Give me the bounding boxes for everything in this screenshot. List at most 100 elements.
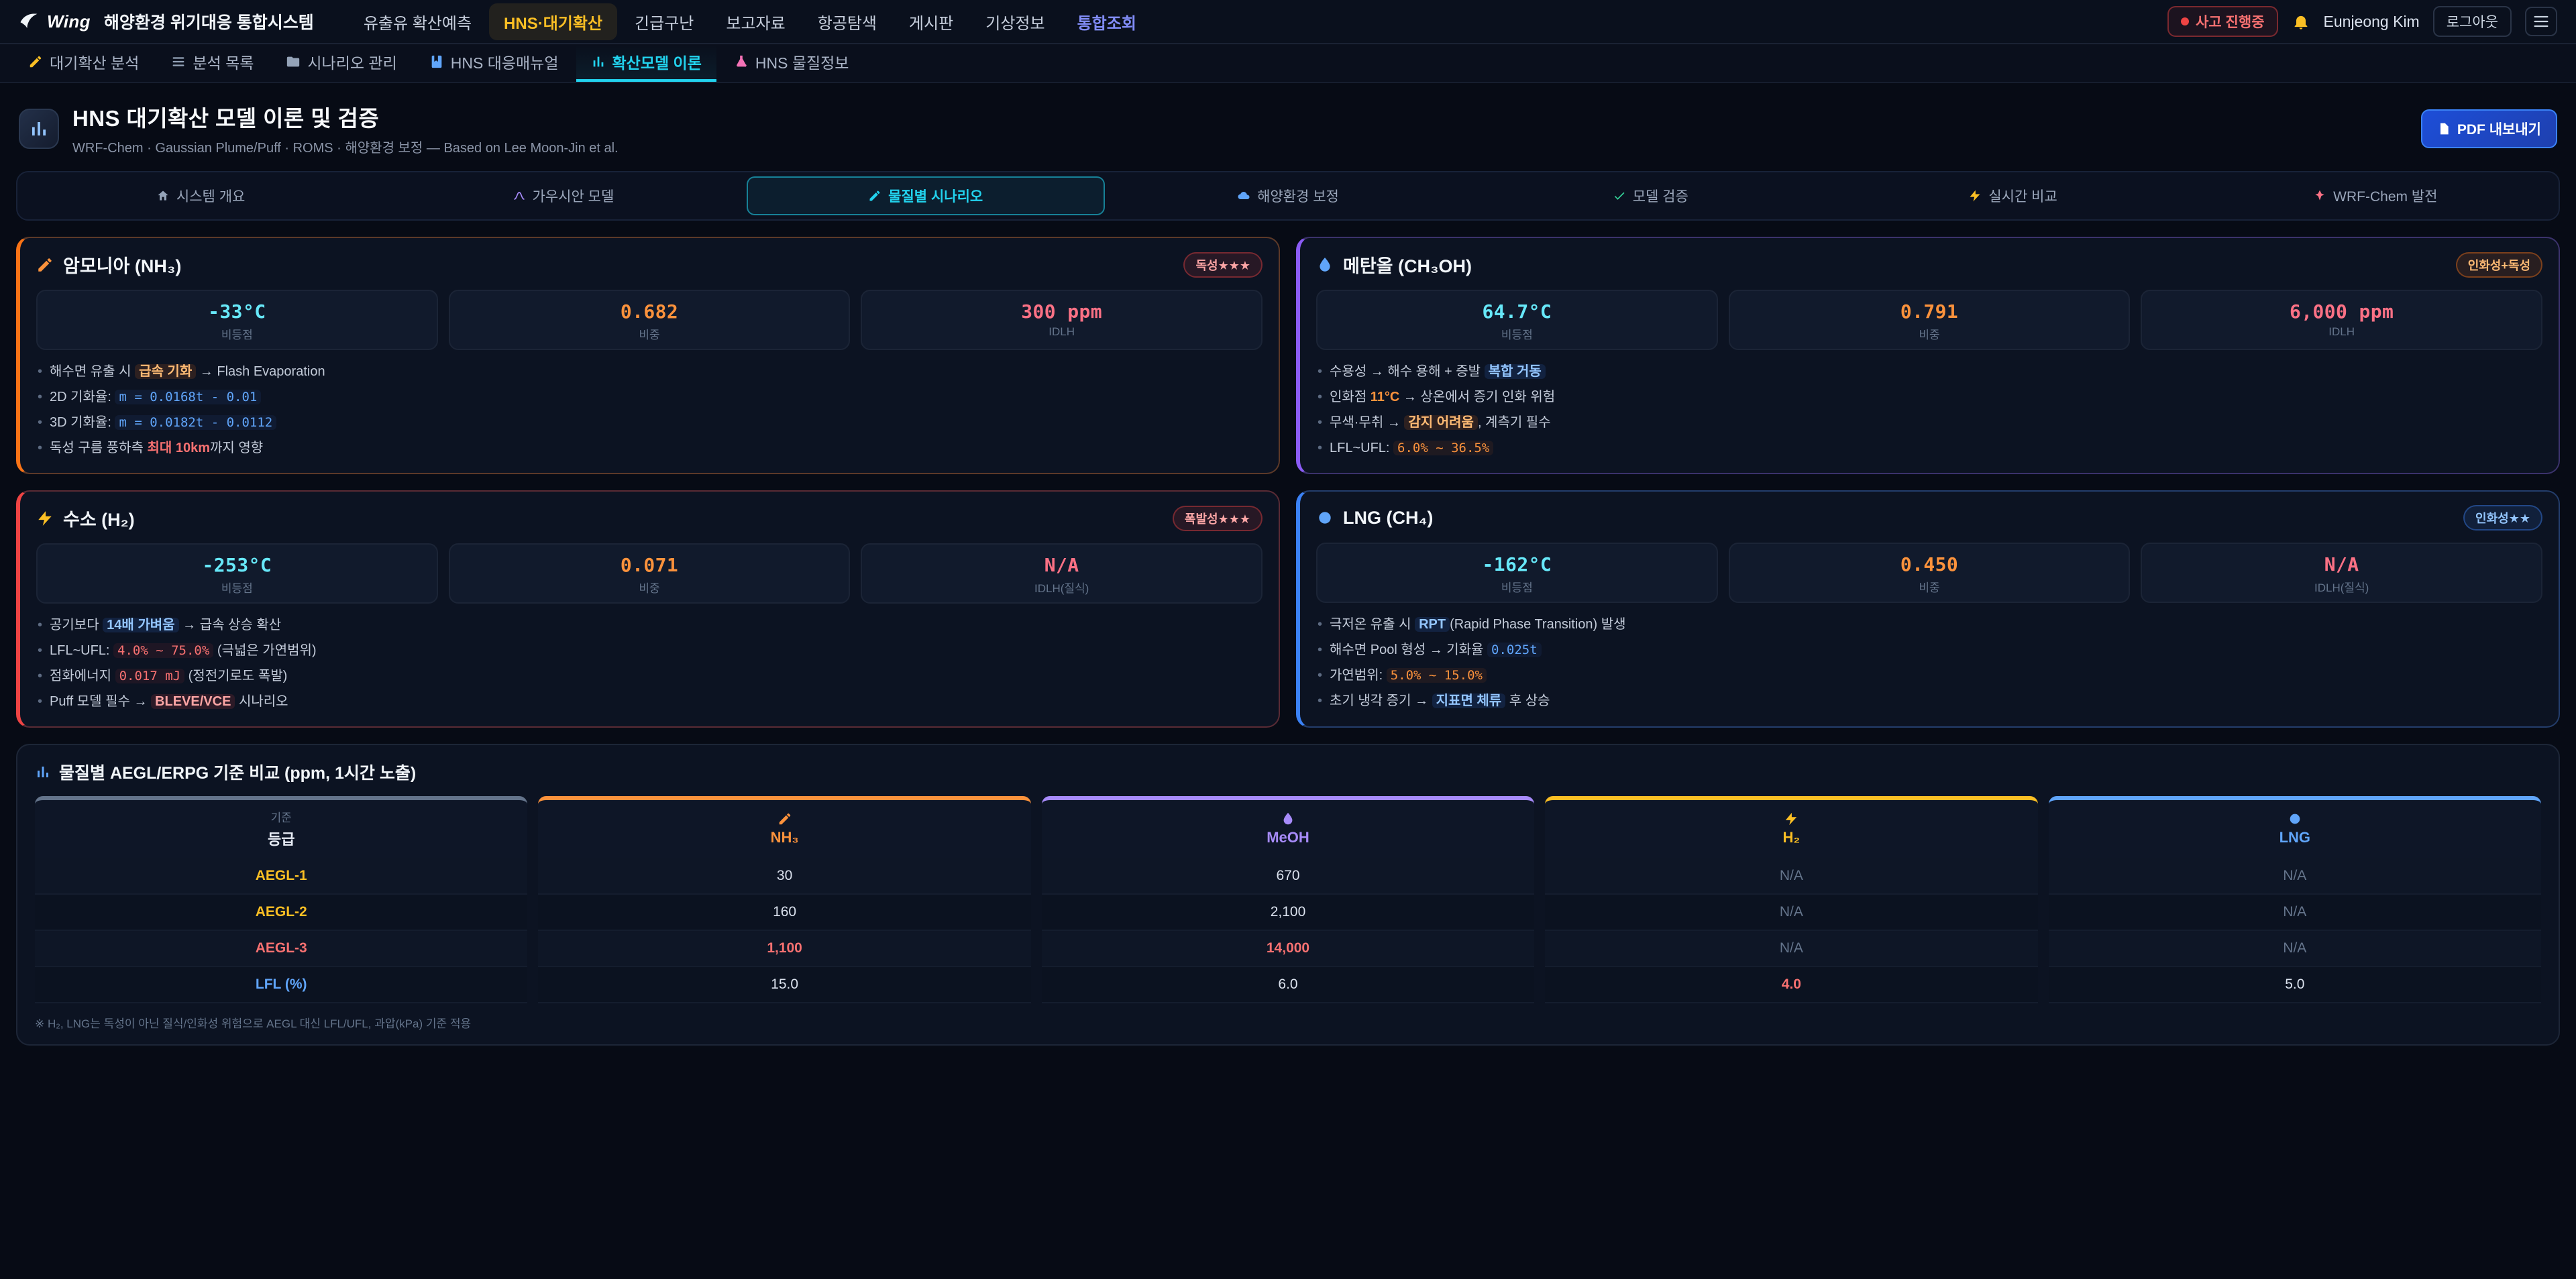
- substance-card-h2: 수소 (H₂) 폭발성★★★ -253°C 비등점 0.071 비중 N/A I…: [16, 490, 1280, 728]
- page-header: HNS 대기확산 모델 이론 및 검증 WRF-Chem · Gaussian …: [19, 101, 2557, 156]
- tab-marine-environment-correction[interactable]: 해양환경 보정: [1109, 176, 1467, 215]
- nav-item-emergency-rescue[interactable]: 긴급구난: [620, 3, 708, 40]
- page-subtitle: WRF-Chem · Gaussian Plume/Puff · ROMS · …: [72, 137, 619, 156]
- cell-aegl3-nh3: 1,100: [538, 931, 1030, 967]
- card-title: LNG (CH₄): [1343, 508, 1433, 529]
- tab-label: 물질별 시나리오: [888, 186, 983, 206]
- nav-item-reports[interactable]: 보고자료: [711, 3, 800, 40]
- rocket-icon: [2313, 189, 2326, 203]
- bullet-item: 3D 기화율: m = 0.0182t - 0.0112: [36, 413, 1263, 433]
- tab-label: WRF-Chem 발전: [2333, 186, 2437, 206]
- aegl-table: 기준 등급 NH₃ MeOH H₂ LNG: [35, 796, 2541, 1003]
- folder-icon: [286, 54, 301, 69]
- user-name: Eunjeong Kim: [2324, 13, 2420, 31]
- table-header-meoh: MeOH: [1042, 796, 1534, 858]
- chart-icon: [591, 54, 606, 69]
- tab-gaussian-model[interactable]: 가우시안 모델: [384, 176, 742, 215]
- cell-aegl2-nh3: 160: [538, 895, 1030, 931]
- bullet-item: 극저온 유출 시 RPT(Rapid Phase Transition) 발생: [1316, 615, 2542, 634]
- cell-aegl2-meoh: 2,100: [1042, 895, 1534, 931]
- row-label-lfl: LFL (%): [35, 967, 527, 1003]
- incident-dot-icon: [2181, 17, 2189, 25]
- hazard-badge: 인화성+독성: [2456, 252, 2542, 278]
- document-icon: [2437, 122, 2451, 135]
- hazard-badge: 폭발성★★★: [1173, 506, 1263, 531]
- circle-icon: [2288, 812, 2302, 826]
- cell-aegl3-h2: N/A: [1545, 931, 2037, 967]
- app-logo[interactable]: Wing 해양환경 위기대응 통합시스템: [19, 9, 314, 34]
- subnav-label: 분석 목록: [193, 50, 254, 73]
- cell-lfl-lng: 5.0: [2049, 967, 2541, 1003]
- subnav-item-analysis-list[interactable]: 분석 목록: [156, 44, 268, 82]
- pencil-icon: [868, 189, 881, 203]
- cell-lfl-h2: 4.0: [1545, 967, 2037, 1003]
- stat-boiling-point: -253°C 비등점: [36, 543, 438, 604]
- subnav-item-diffusion-analysis[interactable]: 대기확산 분석: [13, 44, 154, 82]
- substance-cards: 암모니아 (NH₃) 독성★★★ -33°C 비등점 0.682 비중 300 …: [16, 237, 2560, 728]
- tab-system-overview[interactable]: 시스템 개요: [21, 176, 380, 215]
- bullet-item: LFL~UFL: 6.0% ~ 36.5%: [1316, 439, 2542, 458]
- substance-card-meoh: 메탄올 (CH₃OH) 인화성+독성 64.7°C 비등점 0.791 비중 6…: [1296, 237, 2560, 474]
- stat-boxes: -162°C 비등점 0.450 비중 N/A IDLH(질식): [1316, 543, 2542, 603]
- subnav-label: HNS 물질정보: [755, 50, 849, 73]
- tab-wrf-chem-advancement[interactable]: WRF-Chem 발전: [2196, 176, 2555, 215]
- book-icon: [429, 54, 444, 69]
- nav-item-weather[interactable]: 기상정보: [971, 3, 1059, 40]
- card-title: 수소 (H₂): [63, 505, 135, 531]
- stat-specific-gravity: 0.682 비중: [449, 290, 851, 350]
- list-icon: [171, 54, 186, 69]
- app-root: Wing 해양환경 위기대응 통합시스템 유출유 확산예측 HNS·대기확산 긴…: [0, 0, 2576, 1279]
- stat-idlh: N/A IDLH(질식): [861, 543, 1263, 604]
- top-navbar: Wing 해양환경 위기대응 통합시스템 유출유 확산예측 HNS·대기확산 긴…: [0, 0, 2576, 44]
- tab-label: 시스템 개요: [176, 186, 245, 206]
- tab-label: 모델 검증: [1633, 186, 1688, 206]
- cloud-icon: [1237, 189, 1250, 203]
- stat-specific-gravity: 0.450 비중: [1729, 543, 2131, 603]
- bullet-item: 수용성 → 해수 용해 + 증발 복합 거동: [1316, 362, 2542, 382]
- card-bullets: 수용성 → 해수 용해 + 증발 복합 거동인화점 11°C → 상온에서 증기…: [1316, 362, 2542, 458]
- bullet-item: 가연범위: 5.0% ~ 15.0%: [1316, 666, 2542, 685]
- card-bullets: 공기보다 14배 가벼움 → 급속 상승 확산LFL~UFL: 4.0% ~ 7…: [36, 616, 1263, 712]
- logout-button[interactable]: 로그아웃: [2433, 6, 2512, 37]
- tab-realtime-comparison[interactable]: 실시간 비교: [1833, 176, 2192, 215]
- nav-item-aerial-search[interactable]: 항공탐색: [803, 3, 892, 40]
- tab-label: 해양환경 보정: [1257, 186, 1339, 206]
- check-icon: [1613, 189, 1626, 203]
- nav-item-board[interactable]: 게시판: [894, 3, 968, 40]
- bullet-item: 해수면 Pool 형성 → 기화율 0.025t: [1316, 641, 2542, 660]
- subnav-label: 대기확산 분석: [50, 50, 139, 73]
- stat-idlh: N/A IDLH(질식): [2141, 543, 2542, 603]
- card-title: 메탄올 (CH₃OH): [1343, 252, 1472, 278]
- page-title: HNS 대기확산 모델 이론 및 검증: [72, 101, 619, 133]
- subnav-item-scenario-management[interactable]: 시나리오 관리: [271, 44, 411, 82]
- pencil-icon: [36, 256, 54, 274]
- incident-status-badge: 사고 진행중: [2167, 6, 2277, 37]
- lightning-icon: [1784, 812, 1799, 826]
- subnav-label: 시나리오 관리: [307, 50, 396, 73]
- hamburger-menu-icon[interactable]: [2525, 7, 2557, 36]
- nav-item-hns-atmospheric-diffusion[interactable]: HNS·대기확산: [489, 3, 617, 40]
- bullet-item: 점화에너지 0.017 mJ (정전기로도 폭발): [36, 667, 1263, 686]
- bullet-item: 공기보다 14배 가벼움 → 급속 상승 확산: [36, 616, 1263, 635]
- pdf-export-button[interactable]: PDF 내보내기: [2421, 109, 2557, 148]
- table-header-nh3: NH₃: [538, 796, 1030, 858]
- nav-item-integrated-search[interactable]: 통합조회: [1063, 3, 1151, 40]
- cell-aegl3-lng: N/A: [2049, 931, 2541, 967]
- table-header-grade: 기준 등급: [35, 796, 527, 858]
- subnav-item-hns-substance-info[interactable]: HNS 물질정보: [719, 44, 864, 82]
- bullet-item: 독성 구름 풍하측 최대 10km까지 영향: [36, 439, 1263, 458]
- wing-logo-icon: [19, 11, 39, 32]
- droplet-icon: [1281, 812, 1295, 826]
- cell-aegl3-meoh: 14,000: [1042, 931, 1534, 967]
- subnav-item-hns-response-manual[interactable]: HNS 대응매뉴얼: [415, 44, 574, 82]
- stat-specific-gravity: 0.071 비중: [449, 543, 851, 604]
- tab-model-validation[interactable]: 모델 검증: [1471, 176, 1829, 215]
- tab-substance-scenarios[interactable]: 물질별 시나리오: [747, 176, 1105, 215]
- aegl-comparison-section: 물질별 AEGL/ERPG 기준 비교 (ppm, 1시간 노출) 기준 등급 …: [16, 744, 2560, 1046]
- nav-item-oil-spill-prediction[interactable]: 유출유 확산예측: [349, 3, 486, 40]
- subnav: 대기확산 분석 분석 목록 시나리오 관리 HNS 대응매뉴얼 확산모델 이론 …: [0, 44, 2576, 83]
- hazard-badge: 인화성★★: [2463, 505, 2542, 531]
- notification-bell-icon[interactable]: [2292, 12, 2310, 31]
- subnav-item-diffusion-model-theory[interactable]: 확산모델 이론: [576, 44, 716, 82]
- pencil-icon: [28, 54, 43, 69]
